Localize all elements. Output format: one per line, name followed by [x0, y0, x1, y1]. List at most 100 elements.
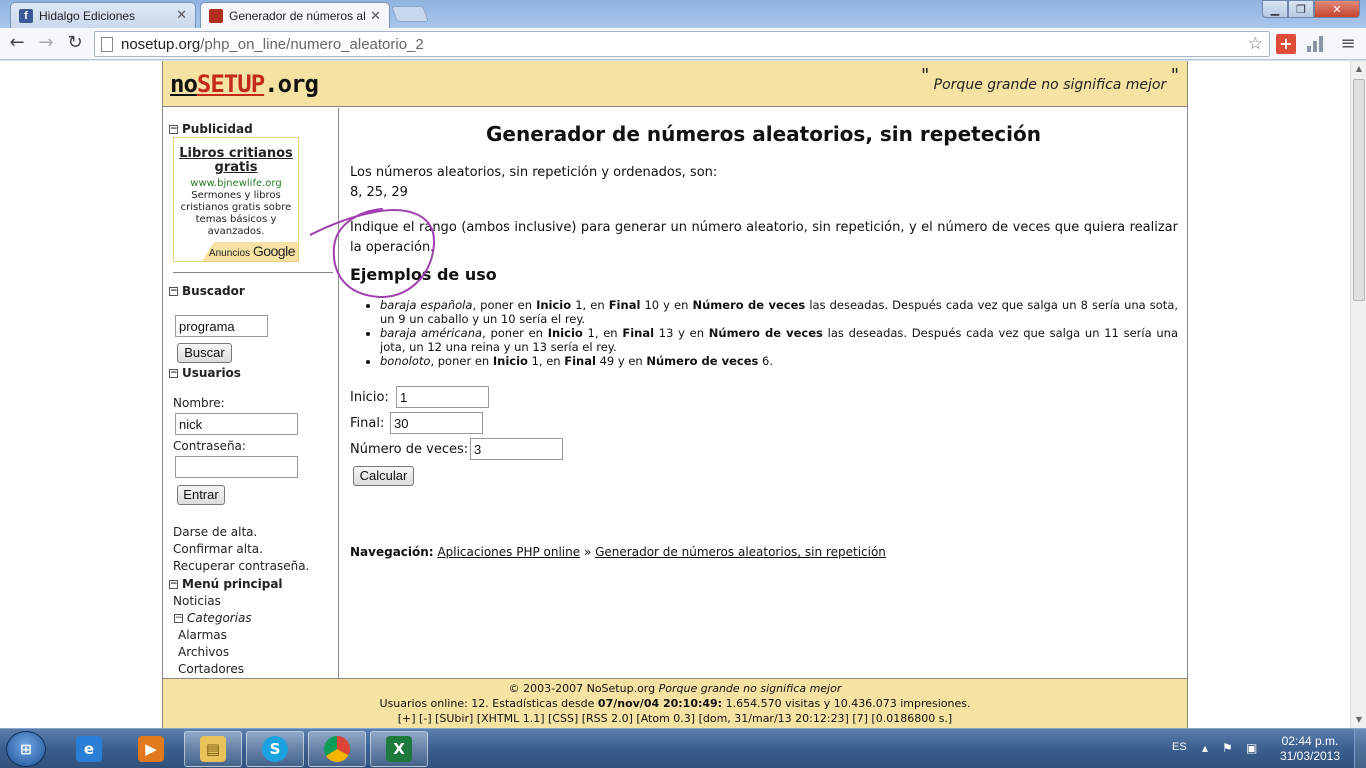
start-field[interactable] [396, 386, 489, 408]
minimize-button[interactable]: ▁ [1262, 0, 1288, 18]
tab-title: Generador de números ale [229, 9, 367, 23]
google-plus-extension-icon[interactable]: + [1276, 34, 1296, 54]
network-icon[interactable]: ▣ [1246, 741, 1257, 755]
address-bar[interactable]: nosetup.org/php_on_line/numero_aleatorio… [94, 31, 1270, 57]
taskbar-ie[interactable]: e [60, 731, 118, 767]
divider [173, 272, 333, 273]
stats-extension-icon[interactable] [1306, 34, 1326, 54]
scroll-up-icon[interactable]: ▲ [1351, 61, 1366, 77]
breadcrumb-label: Navegación: [350, 545, 434, 559]
scroll-down-icon[interactable]: ▼ [1351, 712, 1366, 728]
times-field[interactable] [470, 438, 563, 460]
collapse-icon: − [169, 123, 178, 134]
system-clock[interactable]: 02:44 p.m. 31/03/2013 [1270, 734, 1350, 764]
new-tab-button[interactable] [391, 6, 429, 22]
url-host: nosetup.org [121, 35, 201, 53]
search-section-title[interactable]: − Buscador [169, 284, 245, 298]
footer-copyright: © 2003-2007 NoSetup.org Porque grande no… [508, 682, 842, 695]
clock-date: 31/03/2013 [1279, 749, 1341, 763]
taskbar-skype[interactable]: S [246, 731, 304, 767]
news-link[interactable]: Noticias [173, 594, 221, 608]
maximize-button[interactable]: ❐ [1288, 0, 1314, 18]
recover-password-link[interactable]: Recuperar contraseña. [173, 559, 309, 573]
end-label: Final: [350, 416, 385, 431]
instructions-text: Indique el rango (ambos inclusive) para … [350, 220, 1178, 255]
start-button[interactable]: ⊞ [6, 731, 46, 767]
login-button[interactable]: Entrar [177, 485, 225, 505]
search-input[interactable] [175, 315, 268, 337]
tab-generador[interactable]: Generador de números ale ✕ [200, 2, 390, 29]
site-logo[interactable]: noSETUP.org [170, 70, 319, 98]
username-field[interactable] [175, 413, 298, 435]
taskbar-media-player[interactable]: ▶ [122, 731, 180, 767]
taskbar-explorer[interactable]: ▤ [184, 731, 242, 767]
site-header: noSETUP.org " Porque grande no significa… [163, 61, 1187, 107]
show-desktop-button[interactable] [1354, 729, 1366, 768]
tab-hidalgo-ediciones[interactable]: f Hidalgo Ediciones ✕ [10, 2, 196, 28]
page-container: noSETUP.org " Porque grande no significa… [162, 61, 1188, 728]
users-section-title[interactable]: − Usuarios [169, 366, 241, 380]
page-icon [101, 36, 113, 52]
category-link[interactable]: Cortadores [178, 662, 244, 676]
list-item: bonoloto, poner en Inicio 1, en Final 49… [380, 354, 1178, 368]
password-field[interactable] [175, 456, 298, 478]
result-intro: Los números aleatorios, sin repetición y… [350, 165, 718, 180]
explorer-folder-icon: ▤ [200, 736, 226, 762]
examples-list: baraja española, poner en Inicio 1, en F… [380, 298, 1178, 368]
breadcrumb-link[interactable]: Generador de números aleatorios, sin rep… [595, 545, 886, 559]
start-label: Inicio: [350, 390, 389, 405]
list-item: baraja américana, poner en Inicio 1, en … [380, 326, 1178, 354]
scrollbar-thumb[interactable] [1353, 79, 1365, 301]
media-player-icon: ▶ [138, 736, 164, 762]
ads-by-google-label[interactable]: Anuncios Google [202, 242, 298, 261]
password-label: Contraseña: [173, 439, 246, 453]
page-title: Generador de números aleatorios, sin rep… [486, 122, 1041, 146]
breadcrumb-separator: » [583, 545, 592, 559]
taskbar-excel[interactable]: X [370, 731, 428, 767]
tab-close-icon[interactable]: ✕ [176, 8, 187, 23]
site-footer: © 2003-2007 NoSetup.org Porque grande no… [163, 678, 1187, 728]
tab-close-icon[interactable]: ✕ [370, 9, 381, 24]
nosetup-icon [209, 9, 223, 23]
ad-url[interactable]: www.bjnewlife.org [174, 178, 298, 189]
vertical-scrollbar[interactable]: ▲ ▼ [1350, 61, 1366, 728]
end-field[interactable] [390, 412, 483, 434]
collapse-icon: − [174, 612, 183, 623]
search-button[interactable]: Buscar [177, 343, 232, 363]
ads-section-title[interactable]: − Publicidad [169, 122, 253, 136]
collapse-icon: − [169, 367, 178, 378]
footer-links[interactable]: [+] [-] [SUbir] [XHTML 1.1] [CSS] [RSS 2… [163, 711, 1187, 726]
ad-title[interactable]: Libros critianos gratis [174, 147, 298, 175]
ad-text: Sermones y libros cristianos gratis sobr… [180, 190, 292, 237]
calculate-button[interactable]: Calcular [353, 466, 414, 486]
times-label: Número de veces: [350, 442, 469, 457]
breadcrumb-link[interactable]: Aplicaciones PHP online [437, 545, 580, 559]
reload-icon[interactable]: ↻ [63, 32, 87, 56]
show-hidden-icons-icon[interactable]: ▴ [1202, 741, 1208, 755]
category-link[interactable]: Alarmas [178, 628, 227, 642]
breadcrumb: Navegación: Aplicaciones PHP online » Ge… [350, 545, 886, 559]
url-text[interactable]: nosetup.org/php_on_line/numero_aleatorio… [121, 36, 1248, 53]
bookmark-star-icon[interactable]: ☆ [1248, 34, 1263, 54]
sidebar: − Publicidad Libros critianos gratis www.… [163, 108, 339, 678]
close-window-button[interactable]: ✕ [1314, 0, 1360, 18]
collapse-icon: − [169, 578, 178, 589]
action-center-flag-icon[interactable]: ⚑ [1222, 741, 1233, 755]
google-ad[interactable]: Libros critianos gratis www.bjnewlife.or… [173, 137, 299, 262]
footer-stats: Usuarios online: 12. Estadísticas desde … [379, 697, 971, 710]
main-menu-section-title[interactable]: − Menú principal [169, 577, 283, 591]
excel-icon: X [386, 736, 412, 762]
skype-icon: S [262, 736, 288, 762]
forward-arrow-icon[interactable]: → [34, 32, 58, 56]
confirm-signup-link[interactable]: Confirmar alta. [173, 542, 263, 556]
browser-tab-strip: f Hidalgo Ediciones ✕ Generador de númer… [0, 0, 1366, 29]
categories-title[interactable]: − Categorias [174, 611, 252, 625]
taskbar-chrome[interactable] [308, 731, 366, 767]
language-indicator[interactable]: ES [1172, 741, 1187, 753]
category-link[interactable]: Archivos [178, 645, 229, 659]
examples-heading: Ejemplos de uso [350, 265, 497, 284]
signup-link[interactable]: Darse de alta. [173, 525, 257, 539]
facebook-icon: f [19, 8, 33, 23]
back-arrow-icon[interactable]: ← [5, 32, 29, 56]
wrench-menu-icon[interactable]: ≡ [1338, 34, 1358, 54]
